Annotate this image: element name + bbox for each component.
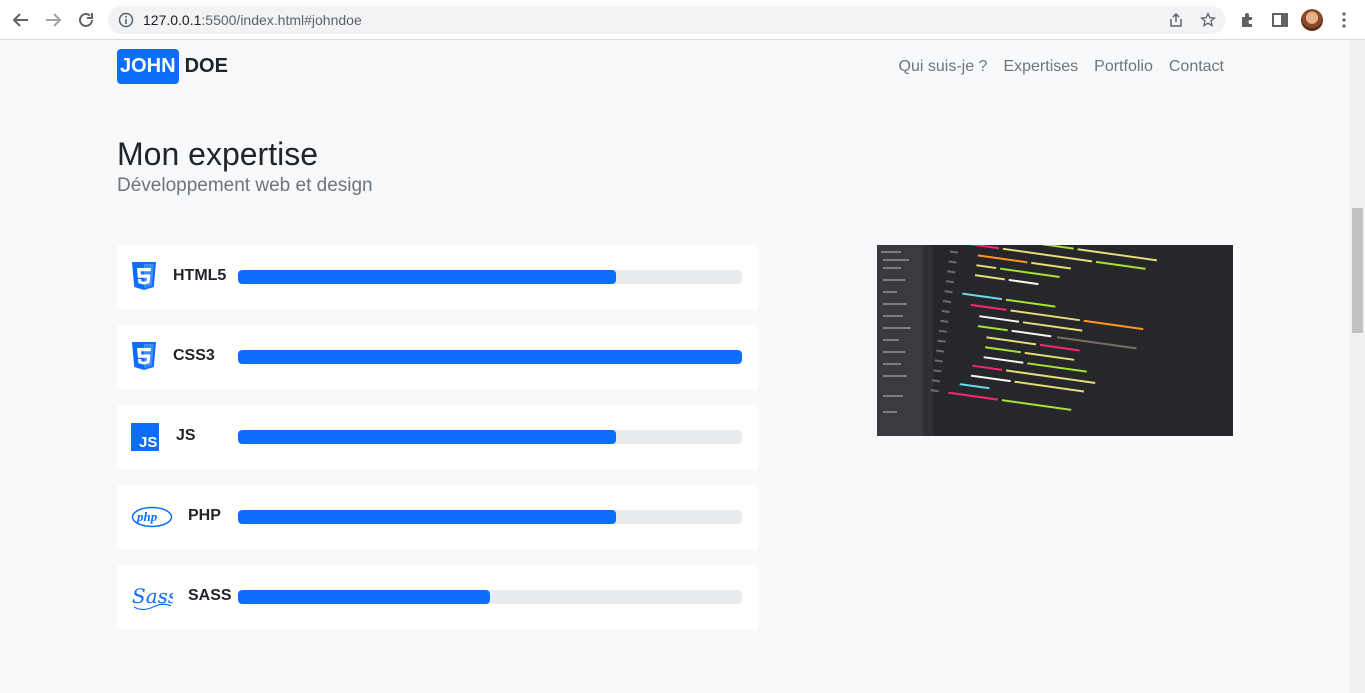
share-icon[interactable] (1168, 12, 1184, 28)
html5-icon (131, 262, 173, 291)
profile-avatar[interactable] (1301, 9, 1323, 31)
side-panel-icon[interactable] (1270, 10, 1290, 30)
skill-card-css3: CSS3 (117, 325, 758, 389)
url-text: 127.0.0.1:5500/index.html#johndoe (143, 12, 362, 28)
address-bar[interactable]: 127.0.0.1:5500/index.html#johndoe (108, 6, 1226, 34)
forward-arrow-icon (46, 13, 62, 27)
skill-progress-fill (238, 350, 742, 364)
brand-last-name: DOE (184, 55, 228, 77)
scrollbar-thumb[interactable] (1352, 208, 1363, 333)
skill-name: HTML5 (173, 267, 227, 284)
skill-name: PHP (188, 507, 221, 524)
nav-link-expertises[interactable]: Expertises (1003, 58, 1078, 76)
sass-icon: Sass (131, 583, 173, 611)
skill-name: JS (176, 427, 196, 444)
skill-progress-track (238, 430, 742, 444)
page-scrollbar[interactable] (1350, 40, 1365, 693)
browser-menu-icon[interactable] (1334, 10, 1354, 30)
skill-progress-fill (238, 430, 616, 444)
back-button[interactable] (9, 8, 33, 32)
nav-link-qui-suis-je[interactable]: Qui suis-je ? (899, 58, 988, 76)
code-editor-image (877, 245, 1233, 436)
reload-button[interactable] (74, 8, 98, 32)
skill-progress-fill (238, 590, 490, 604)
svg-text:JS: JS (139, 434, 157, 451)
skill-name: CSS3 (173, 347, 215, 364)
svg-text:php: php (136, 509, 158, 524)
browser-toolbar: 127.0.0.1:5500/index.html#johndoe (0, 0, 1365, 40)
css3-icon (131, 342, 173, 371)
skill-progress-fill (238, 510, 616, 524)
php-icon: php (131, 503, 173, 531)
section-title: Mon expertise (117, 136, 318, 172)
forward-button[interactable] (41, 8, 65, 32)
brand-logo[interactable]: JOHN DOE (117, 49, 228, 84)
url-path: :5500/index.html#johndoe (201, 12, 362, 28)
main-nav: Qui suis-je ? Expertises Portfolio Conta… (899, 58, 1224, 76)
js-icon: JS (131, 423, 173, 451)
section-subtitle: Développement web et design (117, 175, 373, 196)
bookmark-star-icon[interactable] (1200, 12, 1216, 28)
skill-name: SASS (188, 587, 232, 604)
skill-card-html5: HTML5 (117, 245, 758, 309)
extensions-icon[interactable] (1238, 10, 1258, 30)
page-content: JOHN DOE Qui suis-je ? Expertises Portfo… (0, 40, 1350, 693)
nav-link-portfolio[interactable]: Portfolio (1094, 58, 1153, 76)
brand-first-name: JOHN (117, 49, 179, 84)
site-info-icon[interactable] (118, 12, 134, 28)
reload-icon (79, 12, 93, 27)
skill-card-sass: Sass SASS (117, 565, 758, 629)
url-host: 127.0.0.1 (143, 12, 202, 28)
skill-card-js: JS JS (117, 405, 758, 469)
skill-card-php: php PHP (117, 485, 758, 549)
skill-progress-track (238, 270, 742, 284)
skill-progress-track (238, 350, 742, 364)
nav-link-contact[interactable]: Contact (1169, 58, 1224, 76)
back-arrow-icon (12, 13, 28, 27)
skill-progress-track (238, 510, 742, 524)
skill-progress-fill (238, 270, 616, 284)
skill-progress-track (238, 590, 742, 604)
